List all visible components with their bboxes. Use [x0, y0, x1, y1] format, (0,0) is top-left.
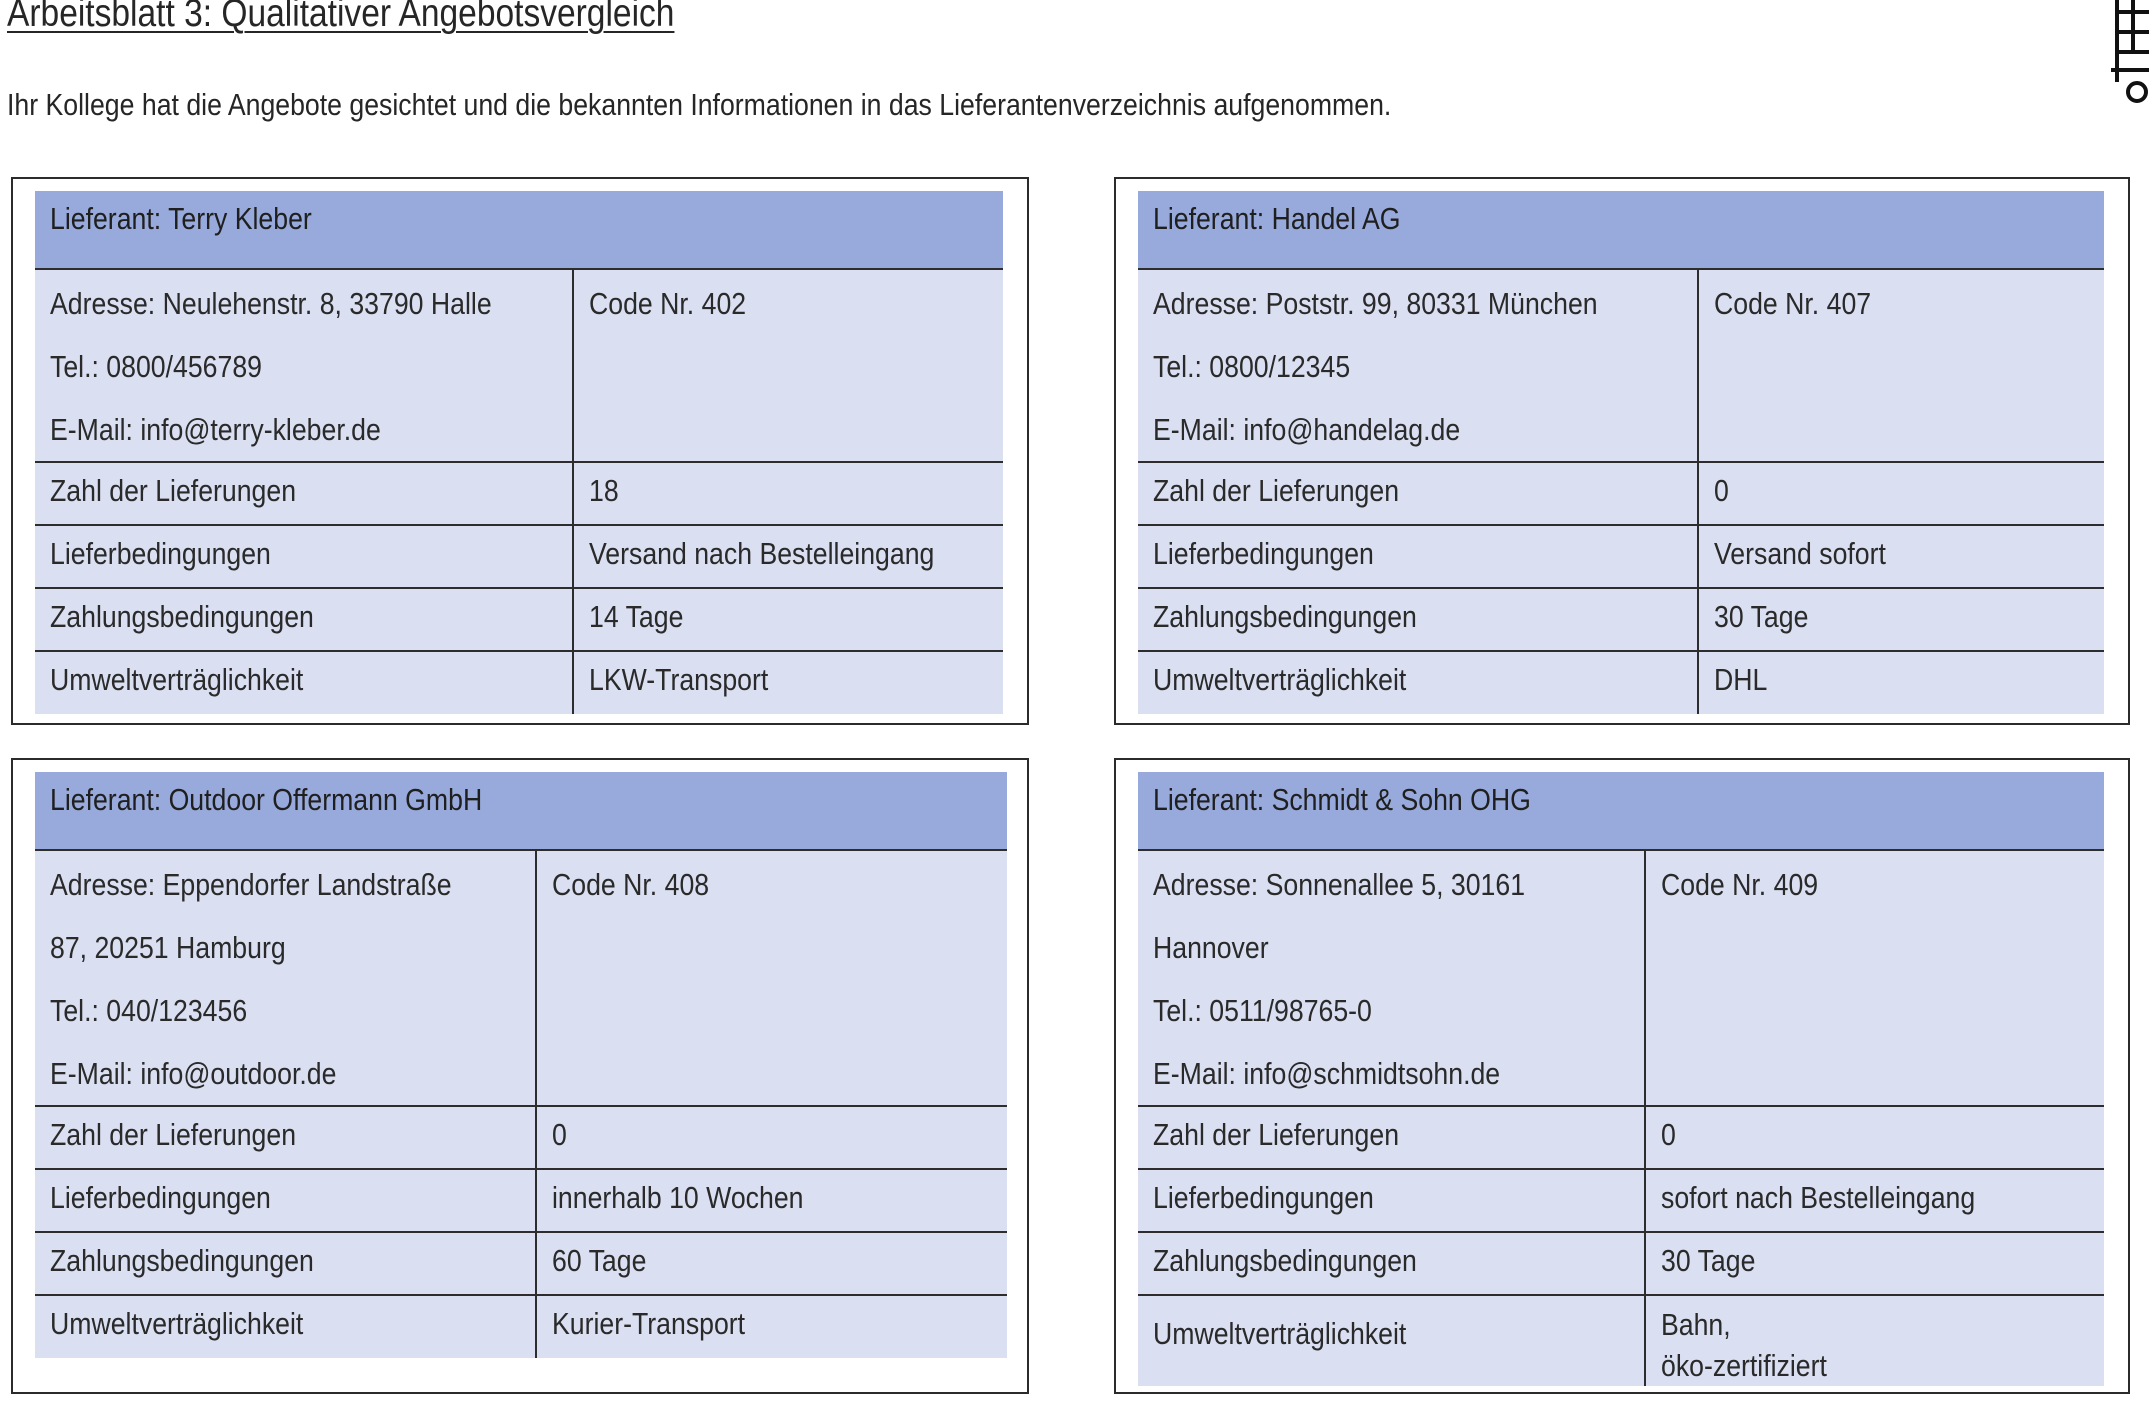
delivery-terms-value: Versand sofort [1698, 524, 2105, 588]
environment-value: DHL [1698, 650, 2105, 714]
delivery-terms-value: innerhalb 10 Wochen [536, 1168, 1007, 1232]
deliveries-value: 0 [1645, 1105, 2104, 1169]
payment-terms-value: 30 Tage [1698, 587, 2105, 651]
code-cell: Code Nr. 408 [536, 849, 1007, 1106]
page-title: Arbeitsblatt 3: Qualitativer Angebotsver… [7, 0, 675, 35]
deliveries-label: Zahl der Lieferungen [35, 1105, 537, 1169]
delivery-terms-label: Lieferbedingungen [1138, 524, 1699, 588]
environment-value: Kurier-Transport [536, 1294, 1007, 1358]
environment-label: Umweltverträglichkeit [1138, 1294, 1646, 1386]
payment-terms-label: Zahlungsbedingungen [1138, 1231, 1646, 1295]
supplier-table: Lieferant: Outdoor Offermann GmbH Adress… [35, 772, 1007, 1358]
payment-terms-value: 30 Tage [1645, 1231, 2104, 1295]
payment-terms-label: Zahlungsbedingungen [35, 1231, 537, 1295]
supplier-table: Lieferant: Schmidt & Sohn OHG Adresse: S… [1138, 772, 2104, 1386]
supplier-header: Lieferant: Outdoor Offermann GmbH [35, 772, 1007, 850]
deliveries-label: Zahl der Lieferungen [1138, 1105, 1646, 1169]
delivery-terms-value: Versand nach Bestelleingang [573, 524, 1004, 588]
address-cell: Adresse: Neulehenstr. 8, 33790 Halle Tel… [35, 268, 574, 462]
environment-label: Umweltverträglichkeit [35, 1294, 537, 1358]
environment-value: Bahn, öko-zertifiziert [1645, 1294, 2104, 1386]
supplier-card-outdoor-offermann: Lieferant: Outdoor Offermann GmbH Adress… [11, 758, 1029, 1394]
supplier-card-handel-ag: Lieferant: Handel AG Adresse: Poststr. 9… [1114, 177, 2130, 725]
supplier-card-terry-kleber: Lieferant: Terry Kleber Adresse: Neulehe… [11, 177, 1029, 725]
supplier-table: Lieferant: Terry Kleber Adresse: Neulehe… [35, 191, 1004, 714]
deliveries-value: 0 [536, 1105, 1007, 1169]
code-cell: Code Nr. 407 [1698, 268, 2105, 462]
supplier-card-schmidt-sohn: Lieferant: Schmidt & Sohn OHG Adresse: S… [1114, 758, 2130, 1394]
delivery-terms-label: Lieferbedingungen [1138, 1168, 1646, 1232]
deliveries-label: Zahl der Lieferungen [1138, 461, 1699, 525]
environment-value: LKW-Transport [573, 650, 1004, 714]
environment-label: Umweltverträglichkeit [35, 650, 574, 714]
address-cell: Adresse: Sonnenallee 5, 30161 Hannover T… [1138, 849, 1646, 1106]
code-cell: Code Nr. 409 [1645, 849, 2104, 1106]
payment-terms-value: 60 Tage [536, 1231, 1007, 1295]
deliveries-value: 18 [573, 461, 1004, 525]
address-cell: Adresse: Eppendorfer Landstraße 87, 2025… [35, 849, 537, 1106]
cart-grid-icon [2111, 0, 2149, 103]
code-cell: Code Nr. 402 [573, 268, 1004, 462]
supplier-header: Lieferant: Handel AG [1138, 191, 2105, 269]
intro-text: Ihr Kollege hat die Angebote gesichtet u… [7, 87, 1392, 122]
deliveries-value: 0 [1698, 461, 2105, 525]
payment-terms-label: Zahlungsbedingungen [1138, 587, 1699, 651]
environment-label: Umweltverträglichkeit [1138, 650, 1699, 714]
supplier-header: Lieferant: Terry Kleber [35, 191, 1004, 269]
supplier-header: Lieferant: Schmidt & Sohn OHG [1138, 772, 2104, 850]
delivery-terms-value: sofort nach Bestelleingang [1645, 1168, 2104, 1232]
delivery-terms-label: Lieferbedingungen [35, 524, 574, 588]
deliveries-label: Zahl der Lieferungen [35, 461, 574, 525]
supplier-table: Lieferant: Handel AG Adresse: Poststr. 9… [1138, 191, 2105, 714]
payment-terms-label: Zahlungsbedingungen [35, 587, 574, 651]
delivery-terms-label: Lieferbedingungen [35, 1168, 537, 1232]
payment-terms-value: 14 Tage [573, 587, 1004, 651]
address-cell: Adresse: Poststr. 99, 80331 München Tel.… [1138, 268, 1699, 462]
